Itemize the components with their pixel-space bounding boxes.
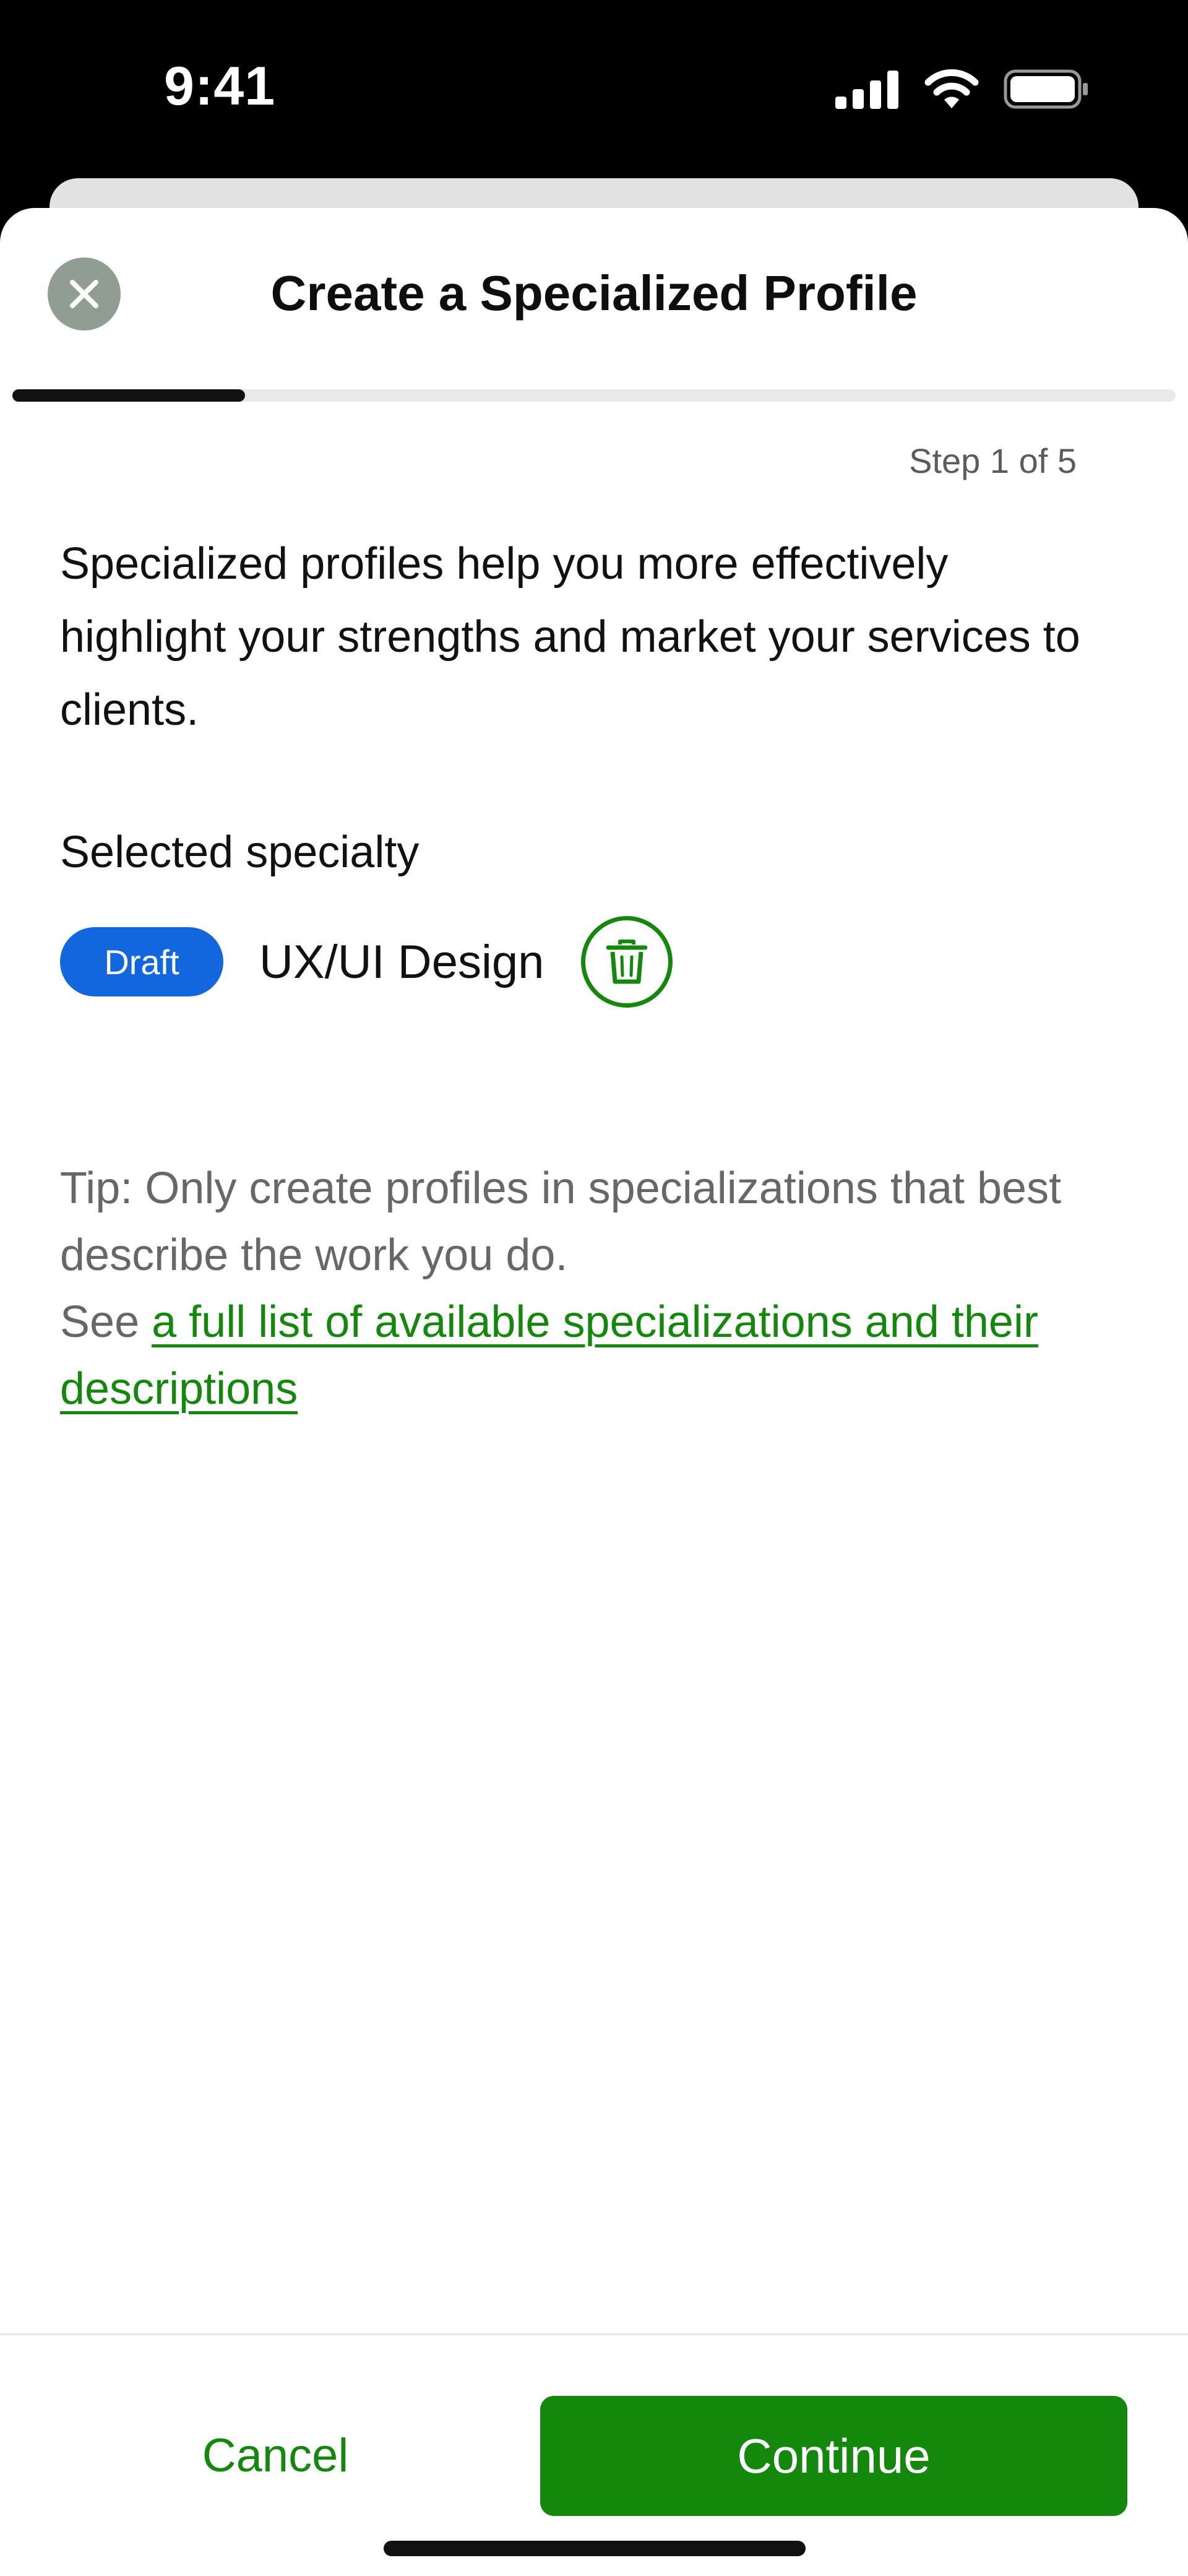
progress-fill xyxy=(12,389,245,402)
profile-sheet: Create a Specialized Profile Step 1 of 5… xyxy=(0,208,1188,2576)
battery-icon xyxy=(1004,69,1088,109)
step-label: Step 1 of 5 xyxy=(909,441,1077,480)
progress-bar xyxy=(12,389,1176,402)
footer-divider xyxy=(0,2333,1188,2335)
specialty-name: UX/UI Design xyxy=(259,935,544,988)
status-bar: 9:41 xyxy=(0,0,1188,179)
status-icons xyxy=(835,64,1089,114)
see-list-line: See a full list of available specializat… xyxy=(60,1289,1124,1422)
see-prefix: See xyxy=(60,1297,152,1347)
cancel-button[interactable]: Cancel xyxy=(118,2395,433,2515)
wifi-icon xyxy=(924,69,979,108)
tip-text: Tip: Only create profiles in specializat… xyxy=(60,1164,1062,1280)
specializations-list-link[interactable]: a full list of available specializations… xyxy=(60,1297,1038,1414)
continue-button[interactable]: Continue xyxy=(540,2396,1127,2516)
intro-text: Specialized profiles help you more effec… xyxy=(60,539,1080,735)
selected-specialty-heading: Selected specialty xyxy=(60,828,420,877)
delete-specialty-button[interactable] xyxy=(581,916,673,1008)
home-indicator xyxy=(384,2541,806,2556)
page-title: Create a Specialized Profile xyxy=(270,266,918,321)
specialty-row: Draft UX/UI Design xyxy=(60,914,673,1010)
status-time: 9:41 xyxy=(164,55,276,116)
signal-icon xyxy=(835,71,898,109)
tip-block: Tip: Only create profiles in specializat… xyxy=(60,1155,1124,1422)
draft-badge: Draft xyxy=(60,927,223,996)
trash-icon xyxy=(606,940,648,984)
